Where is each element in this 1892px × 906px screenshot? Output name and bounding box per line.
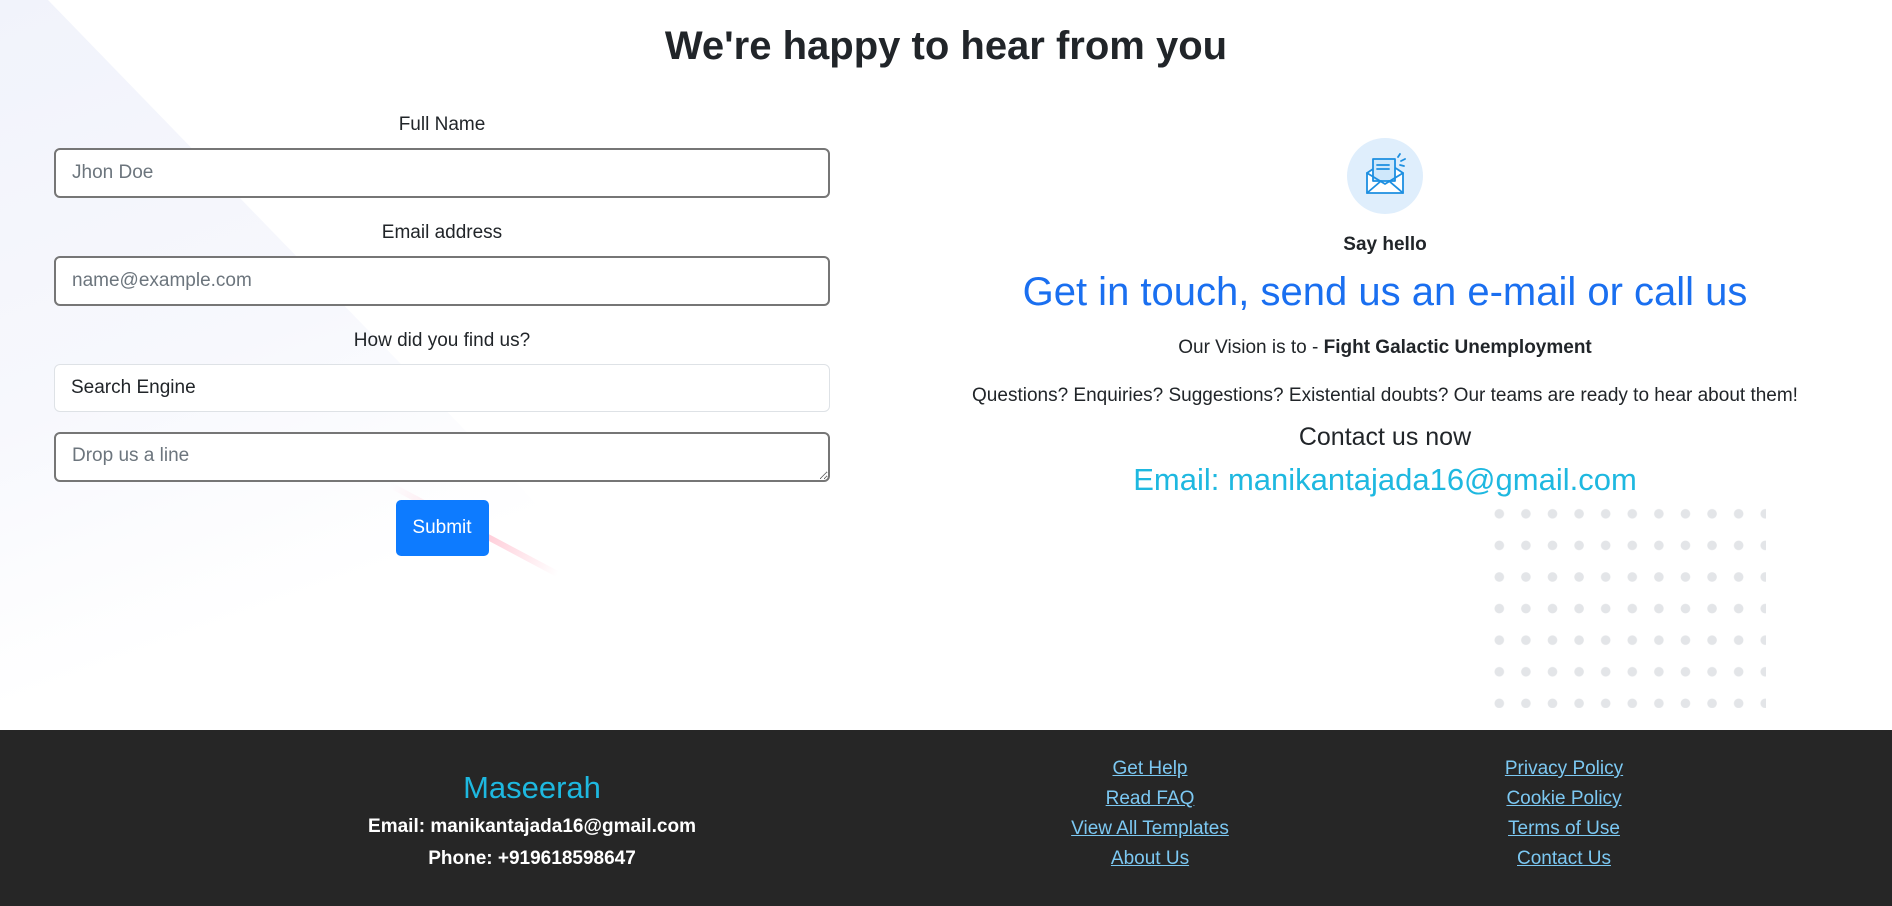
contact-now-heading: Contact us now [1298, 423, 1472, 451]
footer-links-help: Get Help Read FAQ View All Templates Abo… [1050, 754, 1250, 874]
info-heading: Get in touch, send us an e-mail or call … [1022, 270, 1748, 314]
page-title: We're happy to hear from you [664, 24, 1228, 68]
submit-button[interactable]: Submit [395, 500, 489, 556]
contact-form: Full Name Email address How did you find… [54, 112, 830, 556]
vision-bold: Fight Galactic Unemployment [1323, 337, 1592, 358]
footer-links-legal: Privacy Policy Cookie Policy Terms of Us… [1464, 754, 1664, 874]
mail-open-icon [1347, 138, 1423, 214]
say-hello-text: Say hello [1343, 234, 1427, 255]
footer-link-terms-of-use[interactable]: Terms of Use [1464, 814, 1664, 844]
email-label: Email address [381, 222, 503, 243]
footer-link-privacy-policy[interactable]: Privacy Policy [1464, 754, 1664, 784]
footer-phone: Phone: +919618598647 [428, 848, 636, 869]
full-name-input[interactable] [54, 148, 830, 198]
find-us-selected-value: Search Engine [71, 377, 196, 398]
footer-link-contact-us[interactable]: Contact Us [1464, 844, 1664, 874]
vision-prefix: Our Vision is to - [1178, 337, 1319, 358]
footer-link-read-faq[interactable]: Read FAQ [1050, 784, 1250, 814]
footer-email: Email: manikantajada16@gmail.com [368, 816, 696, 837]
footer-link-view-all-templates[interactable]: View All Templates [1050, 814, 1250, 844]
email-input[interactable] [54, 256, 830, 306]
footer-link-cookie-policy[interactable]: Cookie Policy [1464, 784, 1664, 814]
submit-wrap: Submit [54, 500, 830, 556]
contact-info: Say hello Get in touch, send us an e-mai… [940, 138, 1830, 498]
find-us-label: How did you find us? [353, 330, 531, 351]
footer: Maseerah Email: manikantajada16@gmail.co… [0, 730, 1892, 906]
contact-email: Email: manikantajada16@gmail.com [1133, 462, 1637, 497]
questions-text: Questions? Enquiries? Suggestions? Exist… [972, 385, 1798, 406]
contact-section: We're happy to hear from you Full Name E… [0, 0, 1892, 730]
footer-link-about-us[interactable]: About Us [1050, 844, 1250, 874]
message-textarea[interactable] [54, 432, 830, 482]
footer-brand: Maseerah [463, 770, 601, 805]
find-us-select[interactable]: Search Engine [54, 364, 830, 412]
footer-link-get-help[interactable]: Get Help [1050, 754, 1250, 784]
full-name-label: Full Name [398, 114, 486, 135]
footer-brand-column: Maseerah Email: manikantajada16@gmail.co… [332, 770, 732, 870]
dot-pattern [1486, 498, 1766, 708]
vision-text: Our Vision is to - Fight Galactic Unempl… [940, 337, 1830, 359]
